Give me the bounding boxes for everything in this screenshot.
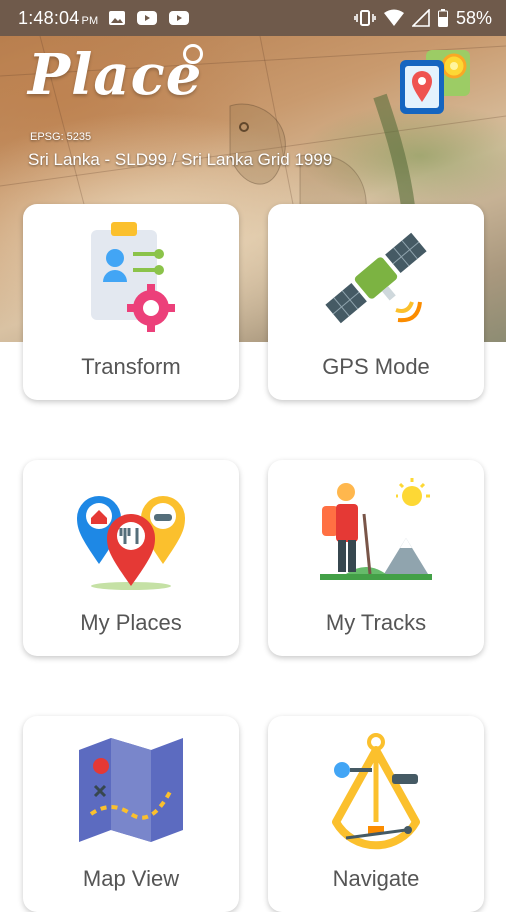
navigate-label: Navigate bbox=[332, 866, 420, 891]
status-time-value: 1:48:04 bbox=[18, 7, 80, 28]
battery-percent: 58% bbox=[455, 7, 492, 28]
map-view-tile[interactable]: Map View bbox=[23, 716, 239, 912]
my-places-label: My Places bbox=[80, 610, 182, 635]
gps-mode-tile[interactable]: GPS Mode bbox=[268, 204, 484, 400]
my-tracks-label: My Tracks bbox=[325, 610, 427, 635]
logo-degree-mark bbox=[183, 44, 203, 64]
coordinate-system-name[interactable]: Sri Lanka - SLD99 / Sri Lanka Grid 1999 bbox=[28, 150, 332, 170]
status-time-ampm: PM bbox=[81, 14, 99, 27]
status-time: 1:48:04 PM bbox=[18, 8, 98, 29]
battery-icon bbox=[437, 9, 448, 27]
navigate-tile[interactable]: Navigate bbox=[268, 716, 484, 912]
map-pins-icon bbox=[77, 496, 185, 590]
epsg-code: EPSG: 5235 bbox=[30, 131, 92, 143]
satellite-icon bbox=[325, 232, 427, 324]
status-bar: 1:48:04 PM 58% bbox=[0, 0, 506, 36]
map-location-icon bbox=[400, 50, 470, 114]
clipboard-gear-icon bbox=[91, 222, 175, 332]
my-tracks-tile[interactable]: My Tracks bbox=[268, 460, 484, 656]
status-left: 1:48:04 PM bbox=[18, 8, 190, 29]
wifi-icon bbox=[383, 9, 404, 26]
my-places-tile[interactable]: My Places bbox=[23, 460, 239, 656]
image-notification-icon bbox=[109, 11, 126, 25]
transform-label: Transform bbox=[81, 354, 181, 379]
status-right: 58% bbox=[354, 8, 492, 29]
hiker-icon bbox=[320, 478, 432, 580]
folded-map-icon bbox=[79, 738, 183, 842]
cell-signal-icon bbox=[411, 9, 430, 27]
map-shortcut-button[interactable] bbox=[396, 46, 476, 118]
gps-mode-label: GPS Mode bbox=[322, 354, 430, 379]
youtube-notification-icon-2 bbox=[169, 11, 190, 25]
vibrate-icon bbox=[354, 10, 376, 26]
app-logo: Place bbox=[28, 42, 203, 108]
transform-tile[interactable]: Transform bbox=[23, 204, 239, 400]
youtube-notification-icon bbox=[137, 11, 158, 25]
map-view-label: Map View bbox=[82, 866, 180, 891]
sextant-icon bbox=[332, 733, 420, 850]
